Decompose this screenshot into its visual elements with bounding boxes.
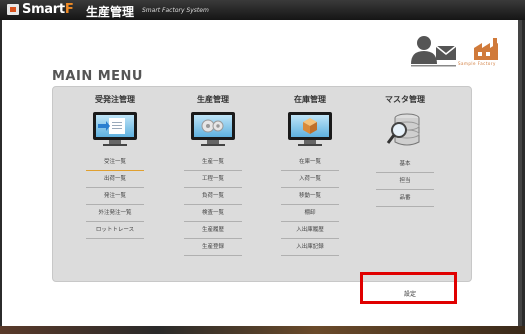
- menu-item-transfer-list[interactable]: 移動一覧: [281, 188, 339, 205]
- menu-item-stocktake[interactable]: 棚卸: [281, 205, 339, 222]
- user-mail-icon[interactable]: [408, 34, 458, 68]
- menu-item-outsource-list[interactable]: 外注発注一覧: [86, 205, 144, 222]
- menu-item-production-history[interactable]: 生産履歴: [184, 222, 242, 239]
- menu-item-order-list[interactable]: 受注一覧: [86, 154, 144, 171]
- order-screen-icon[interactable]: [93, 112, 137, 150]
- menu-item-purchase-list[interactable]: 発注一覧: [86, 188, 144, 205]
- menu-item-stock-list[interactable]: 在庫一覧: [281, 154, 339, 171]
- factory-logo-icon: [474, 38, 498, 60]
- title-bar: SmartF 生産管理 Smart Factory System: [0, 0, 525, 20]
- menu-column-orders: 受発注管理 受注一覧 出荷一覧 発注一覧 外注発注一覧 ロットトレース: [80, 94, 150, 239]
- menu-item-receiving-list[interactable]: 入荷一覧: [281, 171, 339, 188]
- page-title: MAIN MENU: [52, 69, 143, 84]
- menu-column-production: 生産管理 生産一覧 工程一覧 負荷一覧 検査一覧 生産履歴 生産登録: [178, 94, 248, 256]
- menu-column-master: マスタ管理 基本 担当 品番: [370, 94, 440, 207]
- inventory-screen-icon[interactable]: [288, 112, 332, 150]
- menu-item-staff[interactable]: 担当: [376, 173, 434, 190]
- highlight-box: [360, 272, 457, 304]
- master-database-icon[interactable]: [383, 110, 427, 150]
- menu-item-part-number[interactable]: 品番: [376, 190, 434, 207]
- menu-item-production-list[interactable]: 生産一覧: [184, 154, 242, 171]
- brand-logo: SmartF: [22, 2, 74, 17]
- menu-item-production-entry[interactable]: 生産登録: [184, 239, 242, 256]
- menu-item-inout-history[interactable]: 入出庫履歴: [281, 222, 339, 239]
- window-edge: [518, 20, 522, 326]
- menu-item-inout-record[interactable]: 入出庫記録: [281, 239, 339, 256]
- production-screen-icon[interactable]: [191, 112, 235, 150]
- app-name: 生産管理: [86, 5, 135, 19]
- menu-item-inspection-list[interactable]: 検査一覧: [184, 205, 242, 222]
- menu-item-load-list[interactable]: 負荷一覧: [184, 188, 242, 205]
- column-title: 受発注管理: [95, 95, 135, 104]
- menu-item-basic[interactable]: 基本: [376, 156, 434, 173]
- factory-label: Sample Factory: [458, 61, 496, 66]
- menu-item-process-list[interactable]: 工程一覧: [184, 171, 242, 188]
- menu-column-inventory: 在庫管理 在庫一覧 入荷一覧 移動一覧 棚卸 入出庫履歴 入出庫記録: [275, 94, 345, 256]
- column-title: マスタ管理: [385, 95, 425, 104]
- column-title: 生産管理: [197, 95, 229, 104]
- taskbar-strip: [0, 326, 525, 334]
- menu-item-lot-trace[interactable]: ロットトレース: [86, 222, 144, 239]
- menu-item-shipping-list[interactable]: 出荷一覧: [86, 171, 144, 188]
- column-title: 在庫管理: [294, 95, 326, 104]
- app-subtitle: Smart Factory System: [142, 7, 209, 14]
- app-logo-icon: [7, 4, 19, 15]
